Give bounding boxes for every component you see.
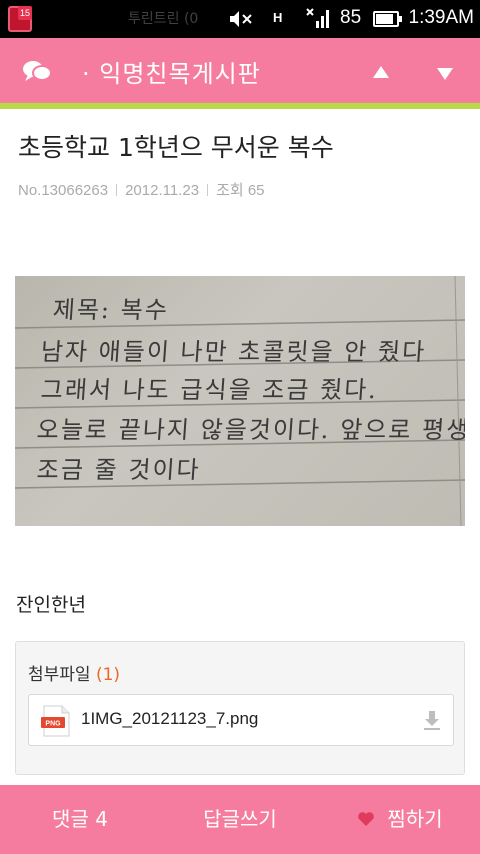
- status-ticker-text: 투린트린 (0: [128, 11, 199, 27]
- post-views: 조회 65: [216, 182, 265, 199]
- attachments-count: (1): [95, 665, 121, 685]
- signal-icon: [306, 8, 329, 28]
- handwriting-line: 남자 애들이 나만 초콜릿을 안 줬다: [39, 338, 428, 366]
- attachment-file-name: 1IMG_20121123_7.png: [81, 709, 259, 728]
- handwriting-line: 제목: 복수: [51, 296, 170, 324]
- post-meta: No.13066263 2012.11.23 조회 65: [18, 179, 265, 200]
- mute-icon: [230, 11, 252, 27]
- like-label: 찜하기: [387, 807, 443, 831]
- post-image[interactable]: 제목: 복수 남자 애들이 나만 초콜릿을 안 줬다 그래서 나도 급식을 조금…: [15, 276, 465, 526]
- chat-bubble-icon[interactable]: [22, 58, 52, 84]
- post-number: No.13066263: [18, 182, 109, 199]
- handwriting-line: 그래서 나도 급식을 조금 줬다.: [39, 376, 379, 404]
- attachments-header: 첨부파일 (1): [28, 660, 120, 685]
- write-reply-button[interactable]: 답글쓰기: [160, 785, 320, 854]
- post-title: 초등학교 1학년으 무서운 복수: [18, 133, 334, 162]
- attachments-label: 첨부파일: [28, 665, 91, 685]
- notification-app-icon: 15: [8, 6, 32, 32]
- status-bar: 15 투린트린 (0 H 85 1:39AM: [0, 0, 480, 38]
- heart-icon: [358, 812, 375, 826]
- post-body: 잔인한년: [16, 594, 86, 616]
- post-date: 2012.11.23: [125, 182, 200, 199]
- png-file-icon: PNG: [41, 705, 70, 737]
- handwriting-line: 오늘로 끝나지 않을것이다. 앞으로 평생: [35, 416, 465, 444]
- attachment-file-row[interactable]: PNG 1IMG_20121123_7.png: [28, 694, 454, 746]
- comments-button[interactable]: 댓글 4: [0, 785, 160, 854]
- arrow-down-icon[interactable]: [432, 60, 458, 86]
- png-icon-label: PNG: [45, 721, 61, 728]
- like-button[interactable]: 찜하기: [320, 785, 480, 854]
- battery-level-fill: [376, 14, 393, 24]
- board-title: · 익명친목게시판: [82, 60, 261, 88]
- battery-icon: [373, 11, 402, 27]
- download-icon[interactable]: [421, 709, 443, 731]
- notification-count-badge: 15: [18, 6, 32, 20]
- header-accent-line: [0, 103, 480, 109]
- app-header: · 익명친목게시판: [0, 38, 480, 103]
- bottom-action-bar: 댓글 4 답글쓰기 찜하기: [0, 785, 480, 854]
- meta-divider: [116, 184, 118, 196]
- handwriting-line: 조금 줄 것이다: [35, 456, 202, 484]
- network-type-indicator: H: [273, 10, 283, 25]
- meta-divider: [207, 184, 209, 196]
- battery-percent: 85: [340, 7, 362, 28]
- status-clock: 1:39AM: [408, 7, 474, 28]
- attachments-panel: 첨부파일 (1) PNG 1IMG_20121123_7.png: [15, 641, 465, 775]
- arrow-up-icon[interactable]: [368, 60, 394, 86]
